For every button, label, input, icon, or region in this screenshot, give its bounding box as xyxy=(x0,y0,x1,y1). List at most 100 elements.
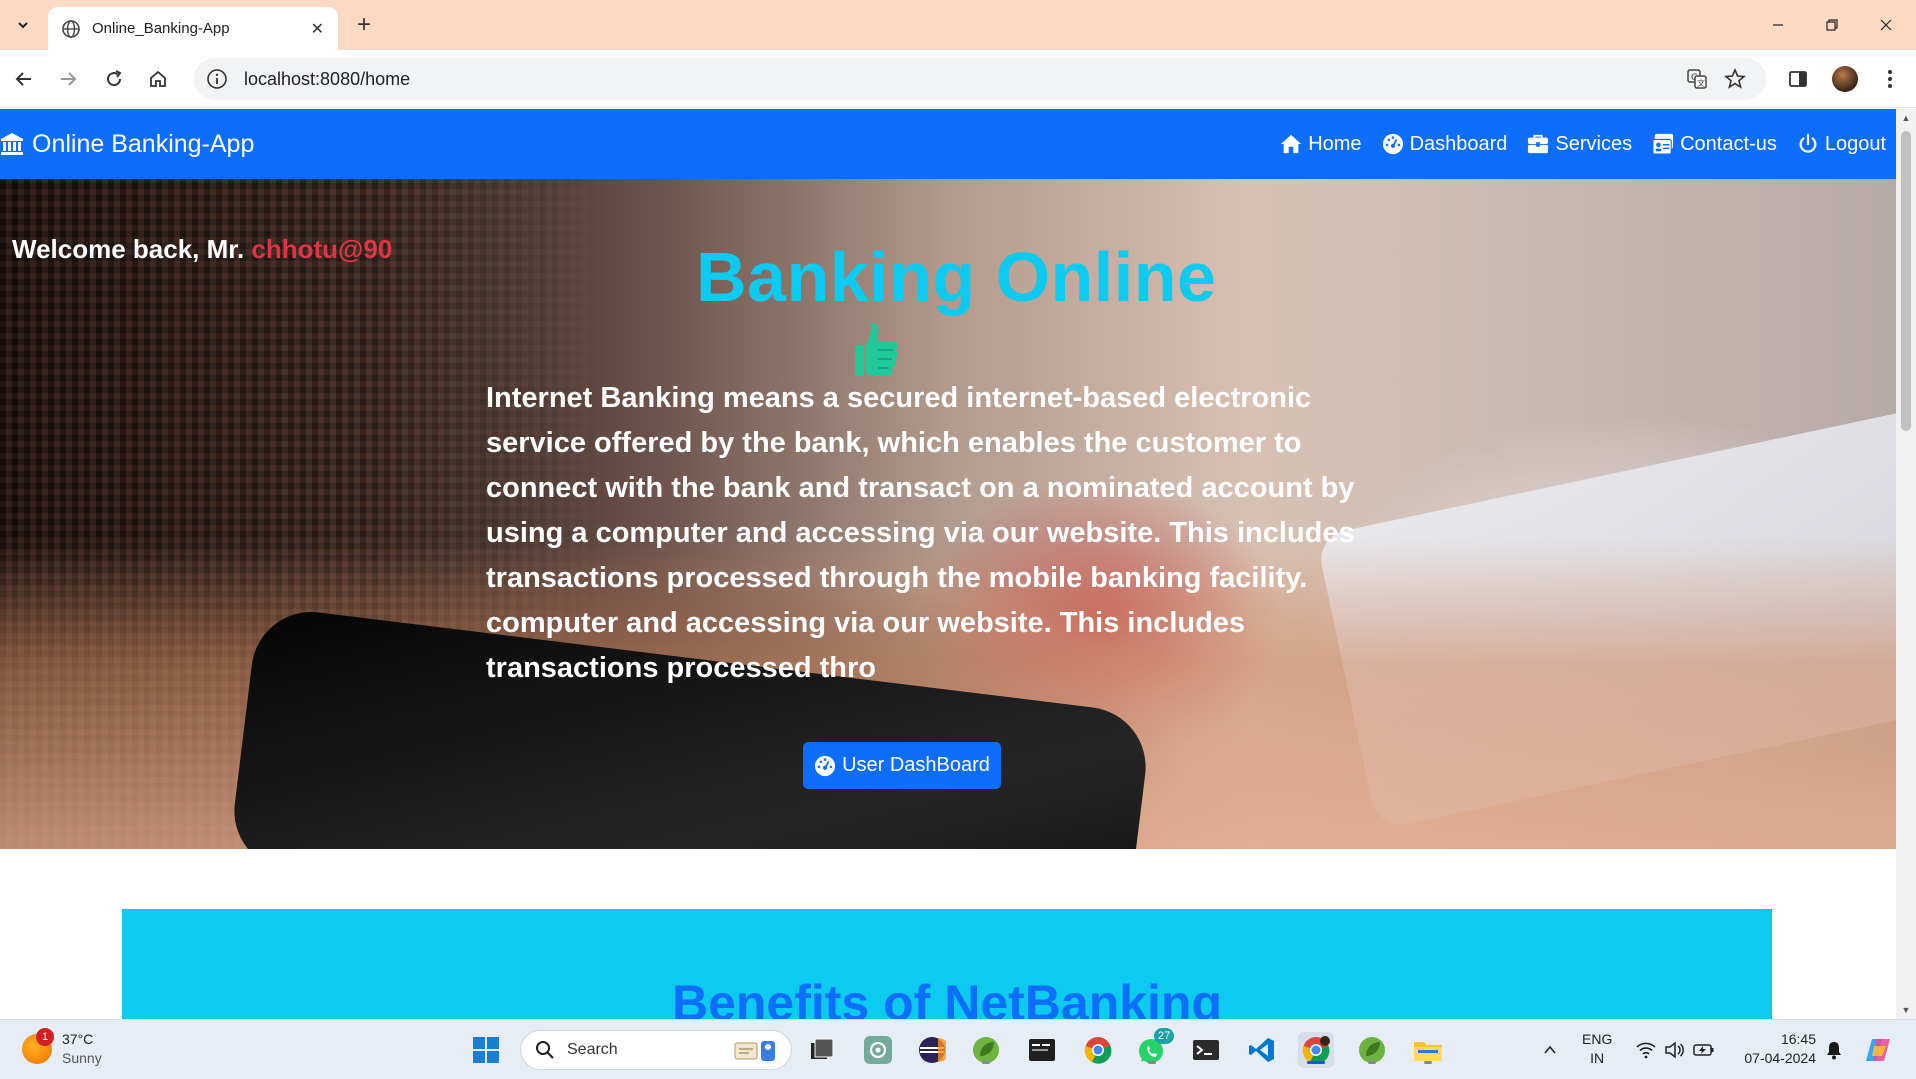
page-viewport: Online Banking-App Home Dashboard Servic… xyxy=(0,109,1896,1019)
scroll-up-arrow[interactable]: ▲ xyxy=(1901,113,1911,123)
welcome-username: chhotu@90 xyxy=(251,234,393,264)
eclipse-app[interactable] xyxy=(914,1032,950,1068)
hero-section: Welcome back, Mr. chhotu@90 Banking Onli… xyxy=(0,179,1896,849)
address-card-icon xyxy=(1652,133,1674,155)
mysql-app[interactable] xyxy=(1024,1032,1060,1068)
forward-button[interactable] xyxy=(52,63,84,95)
notifications-button[interactable] xyxy=(1816,1032,1852,1068)
benefits-section: Benefits of NetBanking xyxy=(122,909,1772,1019)
arrow-right-icon xyxy=(61,72,77,86)
scroll-thumb[interactable] xyxy=(1901,131,1911,431)
avatar xyxy=(1832,66,1858,92)
browser-tabstrip: Online_Banking-App ✕ + xyxy=(0,0,1916,50)
notification-badge: 1 xyxy=(36,1028,54,1046)
file-explorer-app[interactable] xyxy=(1410,1032,1446,1068)
side-panel-icon xyxy=(1789,71,1807,87)
home-button[interactable] xyxy=(142,63,174,95)
close-window-button[interactable] xyxy=(1862,10,1910,40)
star-icon xyxy=(1724,68,1746,89)
tray-overflow-button[interactable] xyxy=(1532,1032,1568,1068)
page-scrollbar[interactable]: ▲ ▼ xyxy=(1896,109,1916,1019)
whatsapp-badge: 27 xyxy=(1154,1028,1175,1044)
url-text[interactable]: localhost:8080/home xyxy=(244,69,410,90)
restore-icon xyxy=(1826,19,1838,31)
running-indicator xyxy=(1424,1061,1432,1064)
lang-bottom: IN xyxy=(1590,1050,1605,1066)
nav-contact[interactable]: Contact-us xyxy=(1652,133,1777,156)
browser-tab-active[interactable]: Online_Banking-App ✕ xyxy=(48,7,338,50)
site-info-icon[interactable] xyxy=(206,68,228,90)
close-icon xyxy=(1880,19,1892,31)
running-indicator xyxy=(1148,1061,1156,1064)
bookmark-button[interactable] xyxy=(1720,64,1750,94)
spring-tool-app-2[interactable] xyxy=(1354,1032,1390,1068)
chrome-profile-app[interactable] xyxy=(1298,1032,1334,1068)
nav-logout[interactable]: Logout xyxy=(1797,133,1886,156)
hero-description: Internet Banking means a secured interne… xyxy=(486,382,1355,684)
address-bar[interactable]: localhost:8080/home G文 xyxy=(194,58,1766,100)
profile-button[interactable] xyxy=(1829,63,1861,95)
svg-text:文: 文 xyxy=(1697,78,1705,88)
copilot-button[interactable] xyxy=(1860,1032,1896,1068)
terminal-app[interactable] xyxy=(1188,1032,1224,1068)
taskview-app[interactable] xyxy=(804,1032,840,1068)
translate-button[interactable]: G文 xyxy=(1682,64,1712,94)
system-clock[interactable]: 16:45 07-04-2024 xyxy=(1736,1030,1816,1068)
browser-menu-button[interactable] xyxy=(1874,63,1906,95)
chatgpt-app[interactable] xyxy=(860,1032,896,1068)
welcome-prefix: Welcome back, Mr. xyxy=(12,234,245,264)
tab-search-button[interactable] xyxy=(10,12,36,38)
brand-text: Online Banking-App xyxy=(32,129,255,158)
windows-taskbar: 1 37°C Sunny Search 27 ENG IN 16:45 07-0… xyxy=(0,1019,1916,1079)
restore-button[interactable] xyxy=(1808,10,1856,40)
scroll-down-arrow[interactable]: ▼ xyxy=(1901,1005,1911,1015)
nav-home[interactable]: Home xyxy=(1280,132,1362,156)
globe-icon xyxy=(62,19,80,38)
chevron-down-icon xyxy=(18,22,28,29)
user-dashboard-button[interactable]: User DashBoard xyxy=(803,742,1001,789)
eclipse-icon xyxy=(919,1037,946,1063)
bank-icon xyxy=(1,133,23,155)
lang-top: ENG xyxy=(1582,1031,1613,1047)
reload-icon xyxy=(107,70,122,87)
taskbar-search[interactable]: Search xyxy=(520,1030,792,1070)
dashboard-gauge-icon xyxy=(1382,133,1403,155)
chrome-icon xyxy=(1302,1036,1330,1064)
brand-link[interactable]: Online Banking-App xyxy=(0,109,254,179)
chrome-app[interactable] xyxy=(1080,1032,1116,1068)
start-button[interactable] xyxy=(468,1032,504,1068)
weather-temp: 37°C xyxy=(62,1031,94,1047)
side-panel-button[interactable] xyxy=(1782,63,1814,95)
nav-home-label: Home xyxy=(1308,132,1362,155)
nav-dashboard[interactable]: Dashboard xyxy=(1382,133,1507,156)
whatsapp-app[interactable]: 27 xyxy=(1134,1028,1175,1068)
running-indicator xyxy=(982,1061,990,1064)
minimize-button[interactable] xyxy=(1754,10,1802,40)
windows-logo-icon xyxy=(473,1037,499,1063)
spring-tool-app[interactable] xyxy=(968,1032,1004,1068)
home-icon xyxy=(1281,134,1302,154)
nav-services[interactable]: Services xyxy=(1527,133,1632,156)
new-tab-button[interactable]: + xyxy=(350,12,378,40)
terminal-icon xyxy=(1193,1040,1219,1060)
copilot-icon xyxy=(1866,1039,1890,1061)
search-icon xyxy=(536,1041,554,1059)
vscode-app[interactable] xyxy=(1244,1032,1280,1068)
tab-title: Online_Banking-App xyxy=(92,20,230,37)
back-button[interactable] xyxy=(8,63,40,95)
hero-title: Banking Online xyxy=(696,238,1217,316)
search-label: Search xyxy=(567,1041,618,1058)
benefits-title: Benefits of NetBanking xyxy=(671,975,1223,1019)
battery-button[interactable] xyxy=(1686,1032,1722,1068)
spring-leaf-icon xyxy=(1359,1037,1385,1063)
thumbs-up-icon xyxy=(855,323,898,376)
kebab-menu-icon xyxy=(1888,70,1892,88)
battery-charging-icon xyxy=(1693,1044,1714,1056)
nav-services-label: Services xyxy=(1555,132,1633,155)
reload-button[interactable] xyxy=(98,63,130,95)
minimize-icon xyxy=(1773,24,1783,26)
language-indicator[interactable]: ENG IN xyxy=(1582,1030,1612,1068)
weather-widget[interactable]: 1 37°C Sunny xyxy=(22,1028,102,1068)
tab-close-icon[interactable]: ✕ xyxy=(311,19,324,39)
chevron-up-icon xyxy=(1544,1045,1556,1054)
